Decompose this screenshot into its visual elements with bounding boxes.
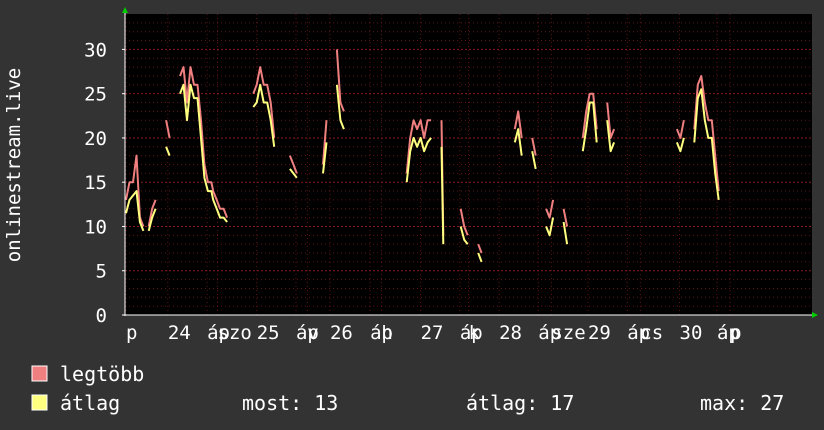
stat-now: most: 13 — [242, 391, 338, 415]
chart-svg: 051015202530 p 24 ápszo 25 ápv 26 áph 27 ápk 28 áp… — [0, 0, 824, 430]
x-tick-label: szo — [218, 322, 252, 344]
legend-swatch-avg — [31, 394, 48, 411]
x-tick-label: p — [126, 322, 137, 344]
x-tick-label: 28 — [499, 322, 522, 344]
x-tick-label: cs — [640, 322, 663, 344]
plot-area — [125, 14, 812, 315]
x-tick-label: sze — [551, 322, 585, 344]
legend-label-max: legtöbb — [60, 362, 144, 386]
x-tick-label: 30 — [680, 322, 703, 344]
x-tick-label: k — [469, 322, 481, 344]
x-tick-label: 27 — [421, 322, 444, 344]
x-tick-label: h — [381, 322, 392, 344]
y-tick-label: 0 — [96, 305, 107, 327]
legend-label-avg: átlag — [60, 391, 120, 415]
x-tick-label: 29 — [588, 322, 611, 344]
y-tick-label: 25 — [84, 84, 107, 106]
y-tick-label: 20 — [84, 128, 107, 150]
x-tick-label: 24 — [168, 322, 191, 344]
stat-max: max: 27 — [700, 391, 784, 415]
x-tick-label: 26 — [330, 322, 353, 344]
y-axis-title: onlinestream.live — [3, 68, 25, 262]
x-tick-label: 25 — [257, 322, 280, 344]
y-tick-label: 10 — [84, 216, 107, 238]
legend-swatch-max — [31, 365, 48, 382]
y-tick-label: 5 — [96, 261, 107, 283]
y-tick-label: 30 — [84, 39, 107, 61]
x-tick-labels: p 24 ápszo 25 ápv 26 áph 27 ápk 28 ápsze 29 ápcs 30 áp… — [126, 322, 742, 344]
stat-average: átlag: 17 — [466, 391, 574, 415]
chart: 0 5 10 15 20 25 30 p 24 áp szo 25 áp v 26 áp h 27 áp k 28 áp… — [0, 0, 824, 430]
x-tick-label: v — [307, 322, 318, 344]
y-tick-label: 15 — [84, 172, 107, 194]
x-tick-label: p — [730, 322, 741, 344]
